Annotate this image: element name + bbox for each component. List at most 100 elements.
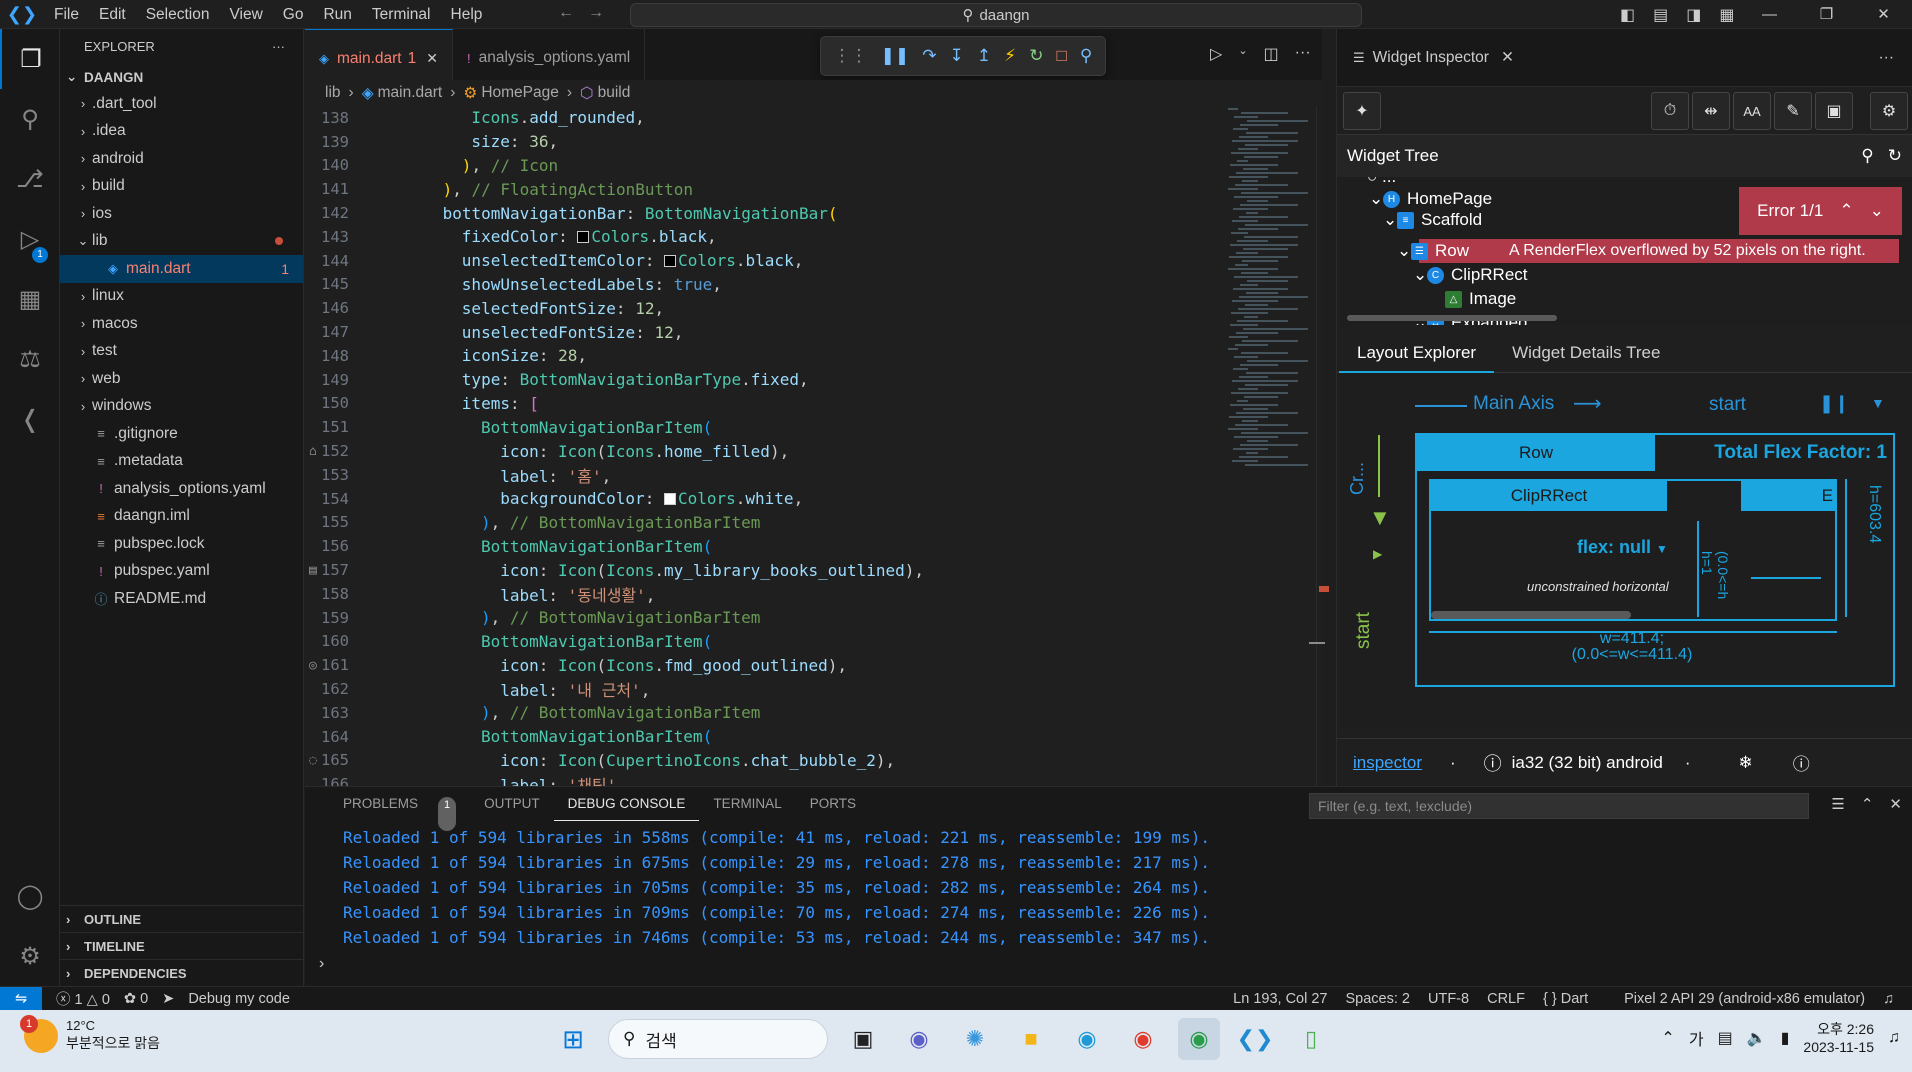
devtools-icon[interactable]: ⚲ [1080, 46, 1092, 66]
menu-selection[interactable]: Selection [136, 0, 220, 29]
bug-icon[interactable]: ❄ [1739, 753, 1753, 773]
tree-item[interactable]: › web [60, 365, 303, 393]
notifications-bell-icon[interactable]: ♫ [1883, 991, 1894, 1007]
input-language[interactable]: 가 [1689, 1026, 1704, 1050]
widget-node-cliprrect[interactable]: ⌄ C ClipRRect [1413, 263, 1528, 287]
chevron-up-icon[interactable]: ⌃ [1839, 201, 1853, 221]
edge-browser-icon[interactable]: ◉ [1066, 1018, 1108, 1060]
restart-icon[interactable]: ↻ [1029, 46, 1043, 66]
tree-item[interactable]: ≡ .metadata [60, 448, 303, 476]
tree-item[interactable]: › windows [60, 393, 303, 421]
tab-problems[interactable]: PROBLEMS 1 [315, 787, 470, 831]
menu-go[interactable]: Go [273, 0, 314, 29]
tab-layout-explorer[interactable]: Layout Explorer [1339, 333, 1495, 373]
tab-terminal[interactable]: TERMINAL [699, 787, 795, 821]
minimize-icon[interactable]: — [1741, 0, 1798, 29]
outline-section[interactable]: › OUTLINE [60, 905, 304, 932]
tree-item[interactable]: › ios [60, 200, 303, 228]
tree-item[interactable]: › linux [60, 283, 303, 311]
problems-status[interactable]: ⓧ 1 △ 0 [56, 988, 110, 1009]
run-debug-icon[interactable]: ▷ 1 [0, 209, 60, 269]
child-horizontal-scrollbar[interactable] [1431, 611, 1631, 619]
search-view-icon[interactable]: ⚲ [0, 89, 60, 149]
tree-item[interactable]: › .dart_tool [60, 90, 303, 118]
encoding[interactable]: UTF-8 [1428, 991, 1469, 1007]
row-box[interactable]: Row Total Flex Factor: 1 ClipRRect flex:… [1415, 433, 1895, 687]
invert-images-icon[interactable]: ▣ [1815, 92, 1853, 130]
customize-layout-icon[interactable]: ▦ [1719, 5, 1734, 25]
chrome-icon[interactable]: ◉ [1122, 1018, 1164, 1060]
windows-start-icon[interactable]: ⊞ [552, 1018, 594, 1060]
vscode-taskbar-icon[interactable]: ❮❯ [1234, 1018, 1276, 1060]
menu-file[interactable]: File [44, 0, 89, 29]
volume-icon[interactable]: 🔈 [1747, 1028, 1767, 1048]
inspector-settings-icon[interactable]: ⚙ [1870, 92, 1908, 130]
clock[interactable]: 오후 2:26 2023-11-15 [1803, 1020, 1874, 1056]
gutter-icon[interactable]: ◎ [309, 658, 317, 673]
dropdown-icon[interactable]: ▼ [1871, 395, 1885, 411]
explorer-icon[interactable]: ❐ [0, 29, 60, 89]
breadcrumb-method[interactable]: build [598, 84, 631, 102]
breadcrumb-lib[interactable]: lib [325, 84, 341, 102]
chevron-down-icon[interactable]: ⌄ [1870, 201, 1884, 221]
dependencies-section[interactable]: › DEPENDENCIES [60, 959, 304, 986]
guidelines-icon[interactable]: ⇹ [1692, 92, 1730, 130]
menu-edit[interactable]: Edit [89, 0, 136, 29]
battery-icon[interactable]: ▮ [1781, 1028, 1790, 1048]
language-mode[interactable]: { } Dart [1543, 991, 1606, 1007]
help-icon[interactable]: ⓘ [1793, 750, 1810, 775]
main-axis-alignment[interactable]: start [1709, 394, 1746, 416]
step-over-icon[interactable]: ↷ [922, 46, 936, 66]
search-icon[interactable]: ⚲ [1861, 146, 1873, 166]
inspector-link[interactable]: inspector [1353, 753, 1422, 773]
repaint-rainbow-icon[interactable]: ✎ [1774, 92, 1812, 130]
flex-value[interactable]: flex: null ▼ [1577, 537, 1668, 558]
widget-app-icon[interactable]: ✺ [954, 1018, 996, 1060]
minimap[interactable] [1228, 106, 1316, 536]
slow-animations-icon[interactable]: ⏱ [1651, 92, 1689, 130]
tree-item[interactable]: ≡ pubspec.lock [60, 530, 303, 558]
testing-icon[interactable]: ⚖ [0, 329, 60, 389]
command-center-search[interactable]: ⚲ daangn [630, 3, 1362, 27]
menu-terminal[interactable]: Terminal [362, 0, 441, 29]
breadcrumb-class[interactable]: HomePage [481, 84, 559, 102]
tab-debug-console[interactable]: DEBUG CONSOLE [553, 787, 700, 821]
clear-console-icon[interactable]: ☰ [1831, 795, 1844, 813]
flutter-icon[interactable]: ❬ [0, 389, 60, 449]
tab-ports[interactable]: PORTS [796, 787, 870, 821]
tree-item[interactable]: ◈ main.dart 1 [60, 255, 303, 283]
close-panel-icon[interactable]: ✕ [1889, 795, 1902, 813]
drag-handle-icon[interactable]: ⋮⋮ [834, 46, 868, 66]
debug-config[interactable]: Debug my code [188, 991, 290, 1007]
tree-horizontal-scrollbar[interactable] [1347, 315, 1557, 321]
tree-item[interactable]: ≡ daangn.iml [60, 503, 303, 531]
cursor-position[interactable]: Ln 193, Col 27 [1233, 991, 1327, 1007]
step-into-icon[interactable]: ↧ [950, 46, 964, 66]
accounts-icon[interactable]: ◯ [0, 866, 60, 926]
toggle-secondary-sidebar-icon[interactable]: ◨ [1686, 5, 1701, 25]
close-window-icon[interactable]: ✕ [1855, 0, 1912, 29]
baselines-icon[interactable]: AA [1733, 92, 1771, 130]
gutter-icon[interactable]: ⌂ [309, 444, 317, 459]
tree-item[interactable]: › android [60, 145, 303, 173]
toggle-sidebar-icon[interactable]: ◧ [1620, 5, 1635, 25]
editor-scrollbar[interactable] [1309, 106, 1330, 786]
forward-arrow-icon[interactable]: → [588, 4, 604, 21]
editor-more-icon[interactable]: ··· [1295, 44, 1311, 64]
refresh-icon[interactable]: ↻ [1888, 146, 1902, 166]
network-icon[interactable]: ▤ [1718, 1028, 1733, 1048]
tab-output[interactable]: OUTPUT [470, 787, 554, 821]
widget-node-scaffold[interactable]: ⌄ ≡ Scaffold [1383, 208, 1482, 232]
pause-icon[interactable]: ❚❚ [881, 46, 910, 66]
ports-status[interactable]: ✿ 0 [124, 991, 148, 1007]
run-icon[interactable]: ▷ [1210, 44, 1222, 64]
maximize-panel-icon[interactable]: ⌃ [1861, 795, 1874, 813]
step-out-icon[interactable]: ↥ [977, 46, 991, 66]
widget-node-row[interactable]: ⌄ ☰ Row A RenderFlex overflowed by 52 pixel… [1397, 239, 1866, 263]
tree-item[interactable]: › .idea [60, 118, 303, 146]
tree-item[interactable]: ! analysis_options.yaml [60, 475, 303, 503]
tree-item[interactable]: › build [60, 173, 303, 201]
remote-icon[interactable]: ⇋ [0, 986, 42, 1011]
debug-launch-icon[interactable]: ➤ [162, 991, 174, 1007]
settings-gear-icon[interactable]: ⚙ [0, 926, 60, 986]
